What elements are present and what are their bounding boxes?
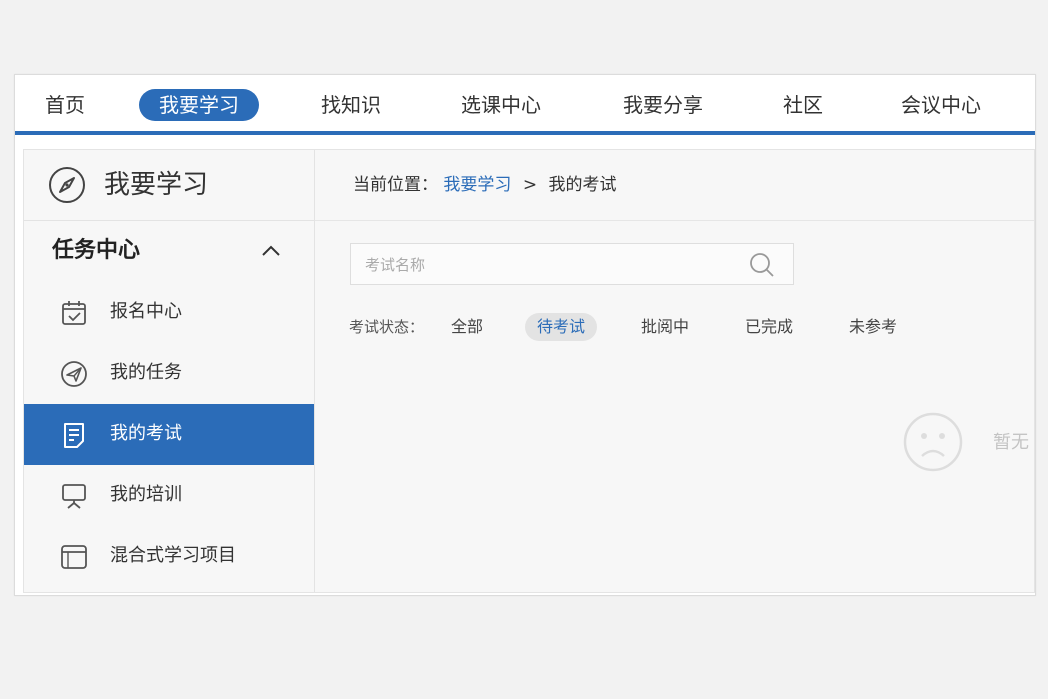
sidebar: 我要学习 任务中心 报名中心 我的任务 我的考试 我的培训 混合式学习项目 bbox=[24, 150, 315, 592]
sidebar-item-blended-learning[interactable]: 混合式学习项目 bbox=[24, 526, 314, 587]
filter-option-all[interactable]: 全部 bbox=[439, 313, 495, 341]
nav-item-course-center[interactable]: 选课中心 bbox=[441, 89, 561, 121]
exam-search-input[interactable] bbox=[351, 244, 747, 286]
nav-item-community[interactable]: 社区 bbox=[763, 89, 843, 121]
filter-option-completed[interactable]: 已完成 bbox=[733, 313, 805, 341]
empty-state-text: 暂无 bbox=[993, 432, 1029, 453]
filter-label: 考试状态： bbox=[349, 318, 425, 336]
exam-status-filters: 考试状态： 全部 待考试 批阅中 已完成 未参考 bbox=[349, 312, 949, 342]
filter-option-absent[interactable]: 未参考 bbox=[837, 313, 909, 341]
top-navigation: 首页 我要学习 找知识 选课中心 我要分享 社区 会议中心 bbox=[15, 75, 1035, 135]
nav-item-home[interactable]: 首页 bbox=[25, 89, 105, 121]
nav-item-share[interactable]: 我要分享 bbox=[603, 89, 723, 121]
breadcrumb-current: 我的考试 bbox=[548, 175, 617, 195]
breadcrumb-bar: 当前位置： 我要学习 > 我的考试 bbox=[315, 150, 1034, 221]
browser-window-icon bbox=[61, 545, 87, 569]
paper-plane-icon bbox=[61, 361, 87, 387]
search-icon[interactable] bbox=[749, 252, 775, 278]
breadcrumb-link-learn[interactable]: 我要学习 bbox=[443, 175, 511, 195]
filter-option-reviewing[interactable]: 批阅中 bbox=[629, 313, 701, 341]
filter-option-pending[interactable]: 待考试 bbox=[525, 313, 598, 341]
breadcrumb-prefix: 当前位置： bbox=[353, 175, 438, 195]
sidebar-item-label: 我的考试 bbox=[110, 423, 182, 444]
sidebar-item-label: 报名中心 bbox=[110, 301, 182, 322]
compass-icon bbox=[49, 167, 85, 203]
main-panel: 当前位置： 我要学习 > 我的考试 考试状态： 全部 待考试 批阅中 已完成 bbox=[315, 150, 1034, 592]
exam-document-icon bbox=[64, 423, 84, 448]
breadcrumb-separator: > bbox=[522, 175, 538, 195]
sidebar-title: 我要学习 bbox=[104, 170, 209, 200]
sidebar-item-label: 我的任务 bbox=[110, 362, 182, 383]
sidebar-item-my-tasks[interactable]: 我的任务 bbox=[24, 343, 314, 404]
sidebar-item-my-training[interactable]: 我的培训 bbox=[24, 465, 314, 526]
calendar-check-icon bbox=[62, 301, 86, 325]
section-label: 任务中心 bbox=[52, 238, 141, 263]
app-frame: 首页 我要学习 找知识 选课中心 我要分享 社区 会议中心 我要学习 任务中心 bbox=[14, 74, 1036, 596]
task-center-section[interactable]: 任务中心 bbox=[24, 220, 314, 282]
sidebar-item-registration-center[interactable]: 报名中心 bbox=[24, 282, 314, 343]
nav-item-learn[interactable]: 我要学习 bbox=[139, 89, 259, 121]
sidebar-item-label: 混合式学习项目 bbox=[110, 545, 236, 566]
nav-item-meeting-center[interactable]: 会议中心 bbox=[881, 89, 1001, 121]
presentation-board-icon bbox=[62, 484, 86, 509]
nav-item-knowledge[interactable]: 找知识 bbox=[301, 89, 401, 121]
sidebar-header: 我要学习 bbox=[24, 150, 314, 221]
sidebar-item-label: 我的培训 bbox=[110, 484, 182, 505]
exam-search-box bbox=[350, 243, 794, 286]
sidebar-item-my-exams[interactable]: 我的考试 bbox=[24, 404, 314, 465]
chevron-up-icon[interactable] bbox=[260, 240, 282, 262]
sad-face-icon bbox=[903, 412, 963, 472]
breadcrumb: 当前位置： 我要学习 > 我的考试 bbox=[353, 172, 616, 198]
content-area: 我要学习 任务中心 报名中心 我的任务 我的考试 我的培训 混合式学习项目 当前… bbox=[23, 149, 1035, 593]
